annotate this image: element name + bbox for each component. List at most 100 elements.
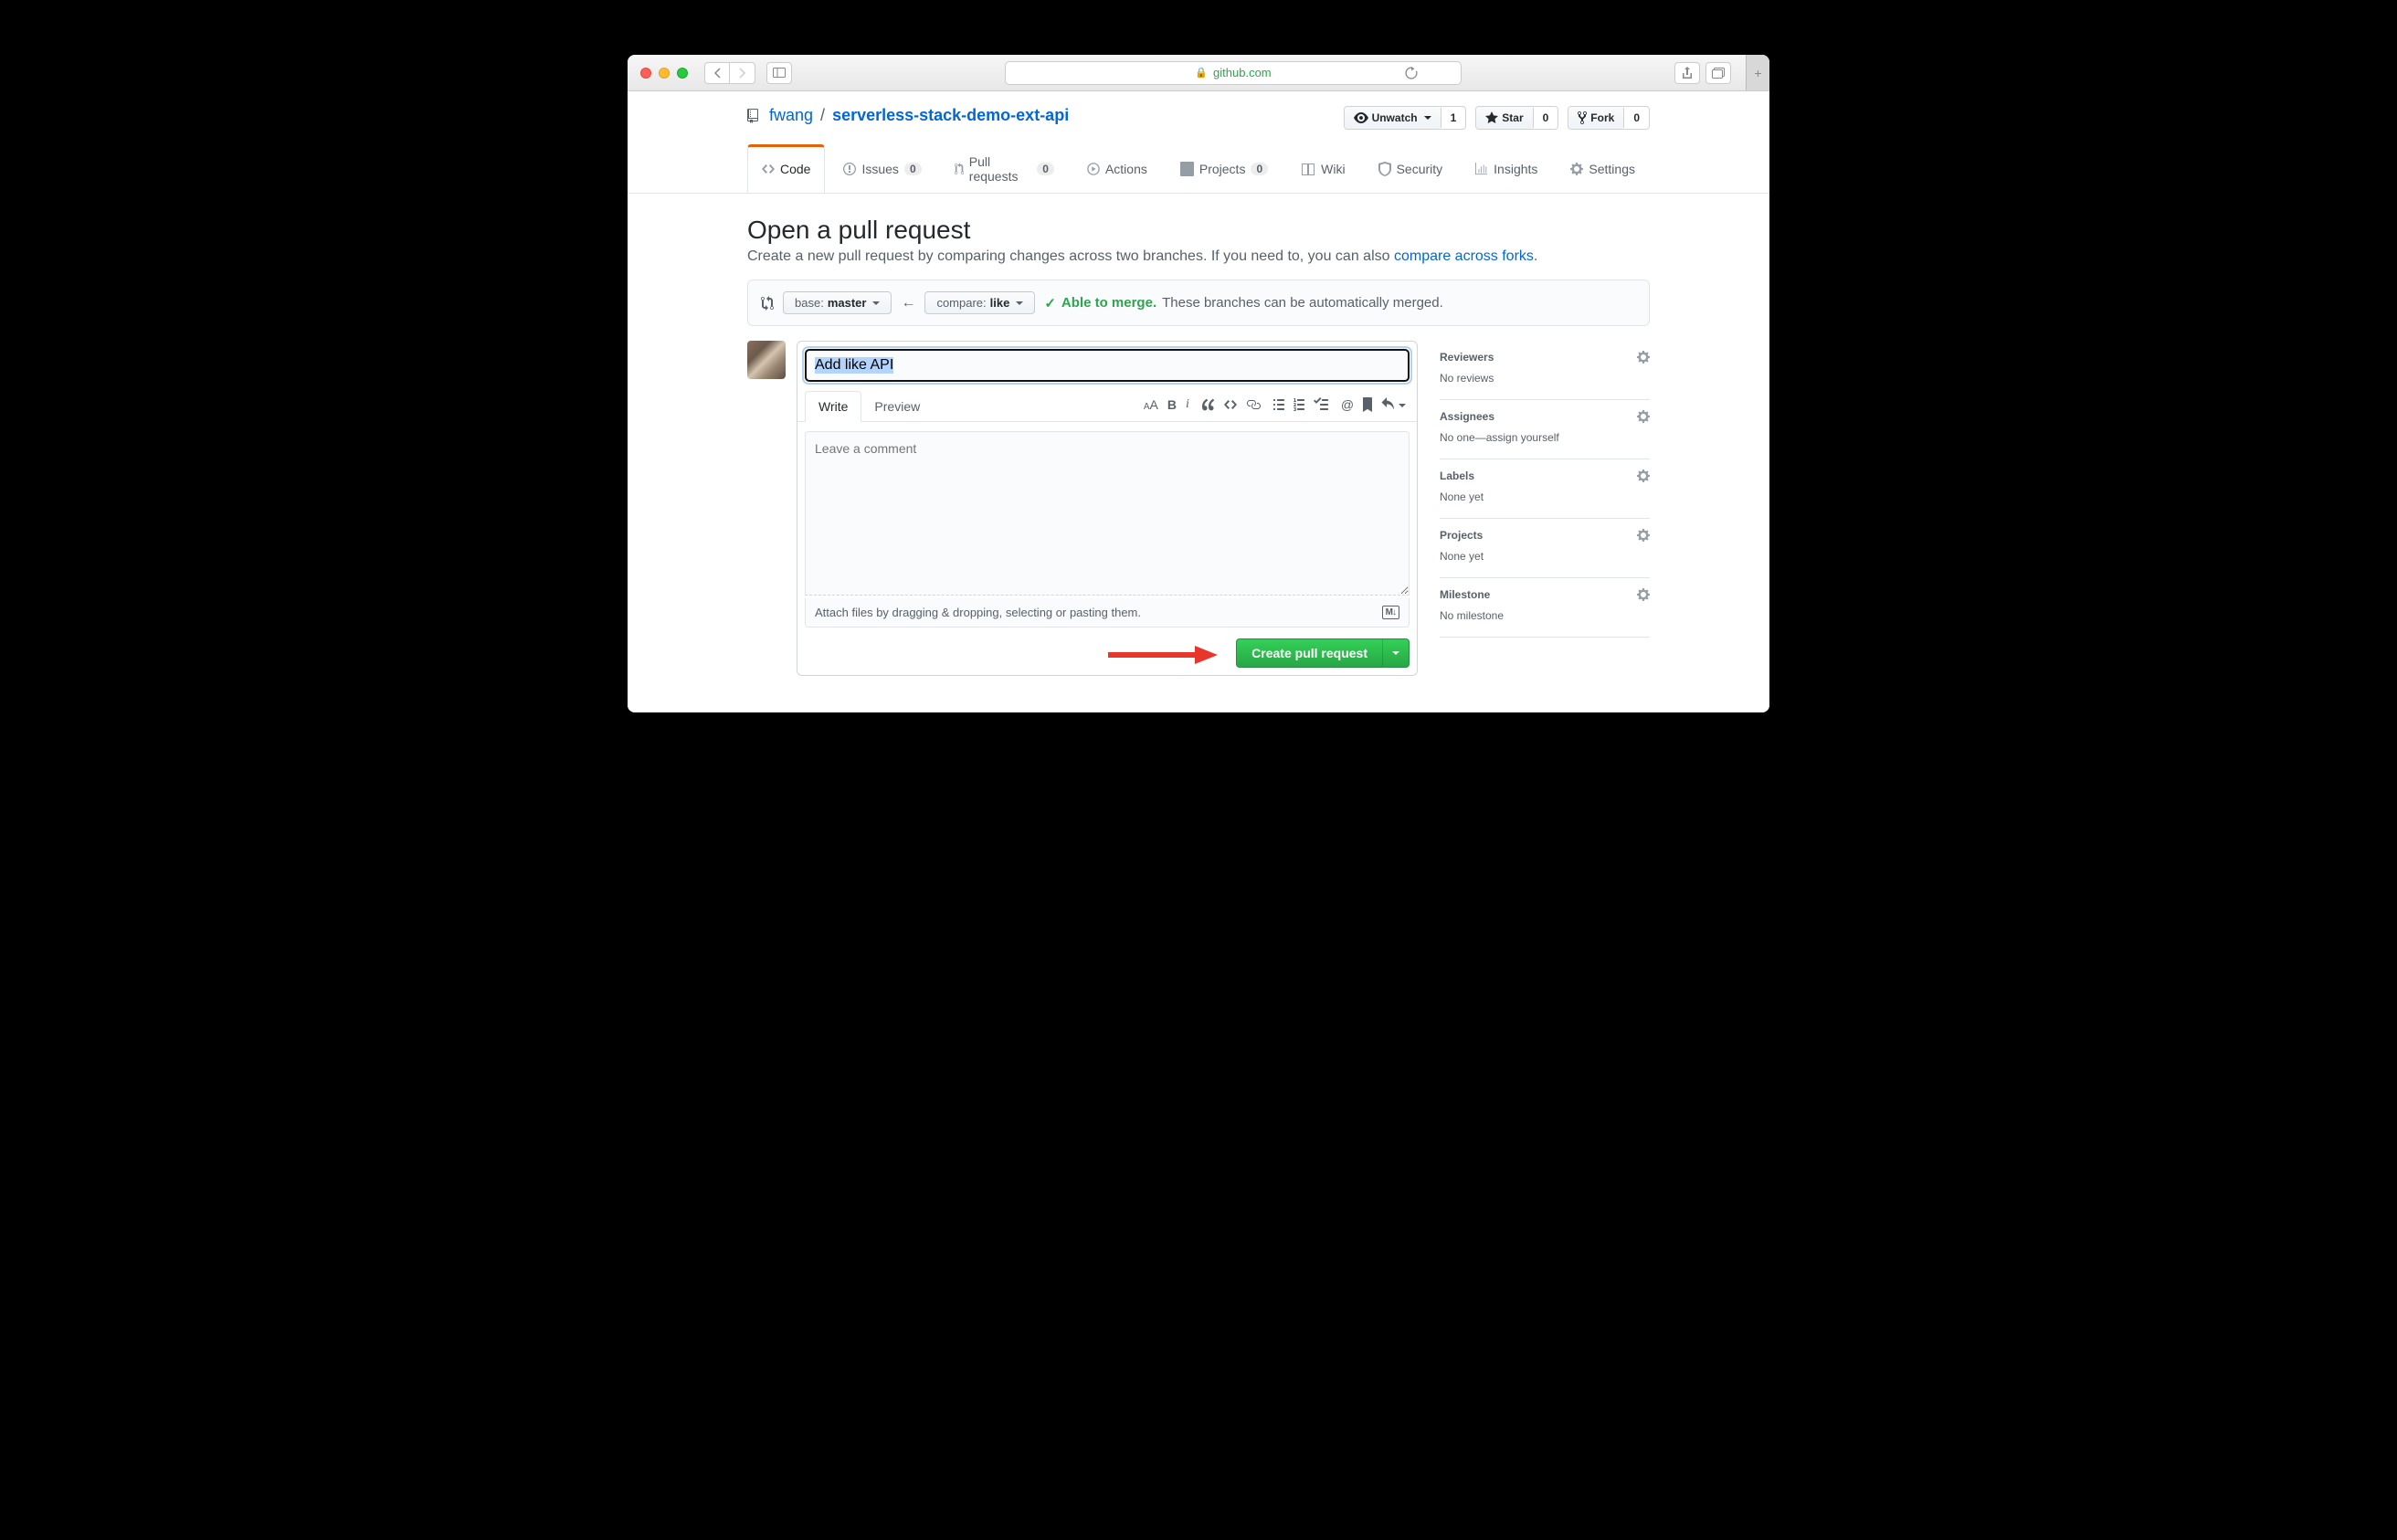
bookmark-icon [1363, 397, 1372, 412]
fork-icon [1578, 111, 1587, 125]
caret-down-icon [1399, 404, 1406, 407]
url-domain: github.com [1213, 66, 1272, 79]
create-pull-request-button[interactable]: Create pull request [1236, 638, 1410, 668]
list-ul-icon [1273, 397, 1284, 412]
caret-down-icon [1016, 301, 1023, 305]
write-tab[interactable]: Write [805, 391, 861, 422]
base-branch-button[interactable]: base: master [783, 291, 892, 314]
comment-box: Write Preview AA B i [797, 341, 1418, 676]
reply-button[interactable] [1381, 397, 1406, 412]
wiki-icon [1301, 162, 1315, 176]
browser-window: 🔒 github.com + fwang / [628, 55, 1769, 712]
tab-projects[interactable]: Projects 0 [1166, 144, 1283, 193]
unwatch-button[interactable]: Unwatch 1 [1344, 106, 1467, 130]
url-bar[interactable]: 🔒 github.com [1005, 61, 1462, 85]
ordered-list-button[interactable] [1294, 397, 1304, 412]
italic-button[interactable]: i [1186, 397, 1189, 412]
compare-branch-button[interactable]: compare: like [924, 291, 1035, 314]
reviewers-gear-button[interactable] [1637, 350, 1650, 364]
page-content: fwang / serverless-stack-demo-ext-api Un… [628, 91, 1769, 712]
fork-button[interactable]: Fork 0 [1568, 106, 1650, 130]
attach-bar[interactable]: Attach files by dragging & dropping, sel… [805, 598, 1410, 628]
gear-icon [1637, 587, 1650, 602]
tab-settings[interactable]: Settings [1556, 144, 1650, 193]
reviewers-section: Reviewers No reviews [1440, 341, 1650, 400]
range-editor: base: master ← compare: like ✓ Able to m… [747, 280, 1650, 326]
tab-insights[interactable]: Insights [1461, 144, 1552, 193]
assignees-gear-button[interactable] [1637, 409, 1650, 424]
compare-forks-link[interactable]: compare across forks [1394, 248, 1534, 264]
tab-security[interactable]: Security [1364, 144, 1458, 193]
code-button[interactable] [1224, 397, 1237, 412]
avatar[interactable] [747, 341, 786, 379]
sidebar-toggle-button[interactable] [766, 62, 792, 84]
reply-icon [1381, 397, 1394, 412]
milestone-gear-button[interactable] [1637, 587, 1650, 602]
back-button[interactable] [704, 62, 730, 84]
reference-button[interactable] [1363, 397, 1372, 412]
maximize-window-button[interactable] [677, 68, 688, 79]
forward-button[interactable] [730, 62, 755, 84]
quote-icon [1202, 397, 1215, 412]
repo-name-link[interactable]: serverless-stack-demo-ext-api [832, 106, 1069, 125]
close-window-button[interactable] [640, 68, 651, 79]
projects-section: Projects None yet [1440, 519, 1650, 578]
pr-title-input[interactable] [805, 349, 1410, 382]
projects-gear-button[interactable] [1637, 528, 1650, 543]
comment-textarea[interactable] [805, 431, 1410, 596]
tab-issues[interactable]: Issues 0 [829, 144, 935, 193]
unordered-list-button[interactable] [1273, 397, 1284, 412]
caret-down-icon [872, 301, 880, 305]
heading-button[interactable]: AA [1144, 397, 1158, 412]
bold-button[interactable]: B [1167, 397, 1177, 412]
repo-owner-link[interactable]: fwang [769, 106, 813, 125]
link-button[interactable] [1246, 397, 1261, 412]
share-button[interactable] [1674, 62, 1700, 84]
quote-button[interactable] [1202, 397, 1215, 412]
sidebar-icon [773, 68, 786, 78]
labels-gear-button[interactable] [1637, 469, 1650, 483]
chevron-right-icon [738, 68, 747, 79]
page-subtitle: Create a new pull request by comparing c… [747, 248, 1650, 265]
task-list-button[interactable] [1314, 397, 1328, 412]
star-icon [1485, 111, 1498, 125]
repo-title: fwang / serverless-stack-demo-ext-api [747, 106, 1069, 125]
markdown-icon[interactable]: M↓ [1382, 606, 1399, 619]
code-icon [1224, 397, 1237, 412]
editor-tabs: Write Preview AA B i [797, 391, 1417, 422]
reload-icon[interactable] [1405, 66, 1418, 79]
star-button[interactable]: Star 0 [1475, 106, 1558, 130]
tab-code[interactable]: Code [747, 144, 825, 193]
repo-icon [747, 109, 762, 123]
code-icon [762, 162, 775, 176]
actions-icon [1087, 162, 1100, 176]
issues-icon [843, 162, 856, 176]
traffic-lights [640, 68, 688, 79]
create-pr-dropdown-button[interactable] [1382, 639, 1409, 667]
tab-pull-requests[interactable]: Pull requests 0 [940, 144, 1069, 193]
mention-button[interactable]: @ [1341, 397, 1354, 412]
eye-icon [1354, 111, 1368, 125]
assign-yourself-link[interactable]: assign yourself [1486, 431, 1559, 444]
gear-icon [1570, 162, 1583, 176]
browser-chrome: 🔒 github.com + [628, 55, 1769, 91]
lock-icon: 🔒 [1195, 67, 1208, 79]
tab-actions[interactable]: Actions [1072, 144, 1162, 193]
insights-icon [1475, 162, 1488, 176]
tab-wiki[interactable]: Wiki [1286, 144, 1359, 193]
caret-down-icon [1424, 116, 1431, 120]
gear-icon [1637, 528, 1650, 543]
new-tab-button[interactable]: + [1746, 55, 1769, 90]
assignees-section: Assignees No one—assign yourself [1440, 400, 1650, 459]
compare-icon [761, 296, 774, 311]
tabs-button[interactable] [1705, 62, 1731, 84]
milestone-section: Milestone No milestone [1440, 578, 1650, 638]
shield-icon [1378, 162, 1391, 176]
chevron-left-icon [713, 68, 722, 79]
minimize-window-button[interactable] [659, 68, 670, 79]
pr-sidebar: Reviewers No reviews Assignees [1440, 341, 1650, 676]
merge-status: ✓ Able to merge. These branches can be a… [1044, 295, 1442, 311]
link-icon [1246, 397, 1261, 412]
annotation-arrow [1108, 646, 1218, 664]
preview-tab[interactable]: Preview [861, 392, 933, 421]
